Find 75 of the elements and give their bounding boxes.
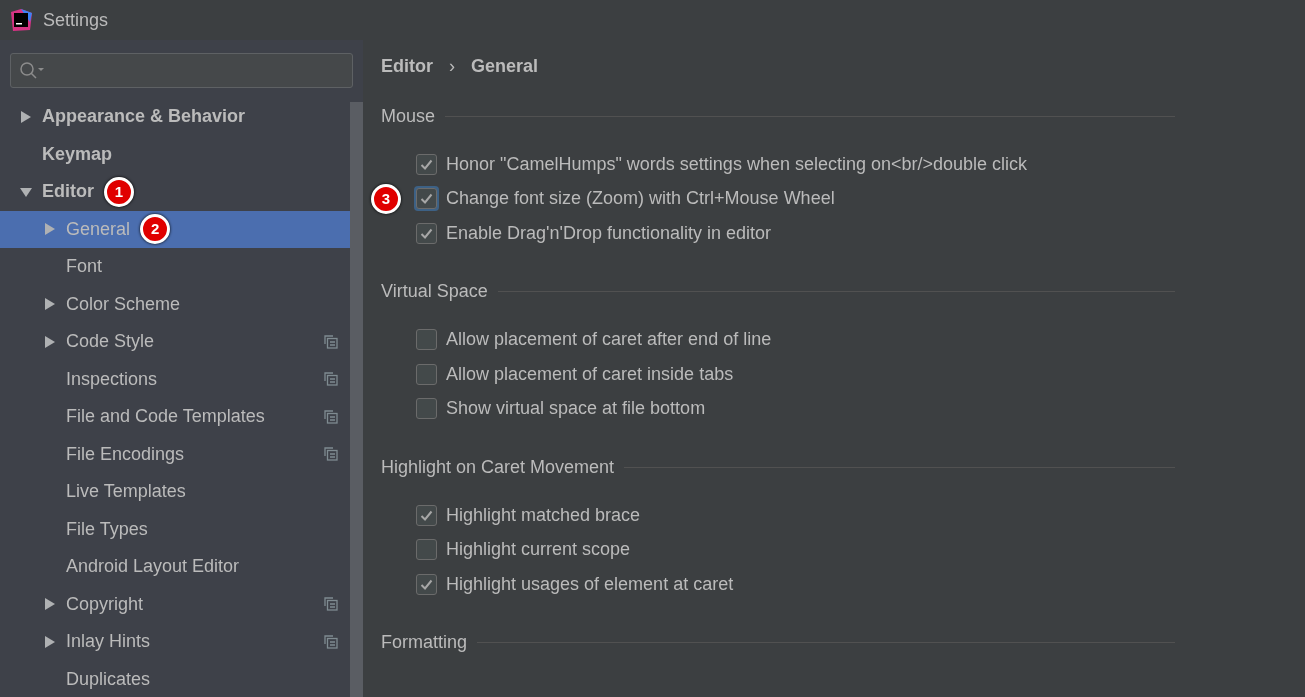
app-logo-icon xyxy=(9,8,33,32)
checkbox[interactable] xyxy=(416,329,437,351)
tree-item-label: File Types xyxy=(66,517,148,541)
collapsed-arrow-icon[interactable] xyxy=(44,334,56,349)
tree-item-label: Font xyxy=(66,255,103,279)
checkbox[interactable] xyxy=(416,504,437,526)
checkbox[interactable] xyxy=(416,153,437,175)
tree-item[interactable]: Code Style xyxy=(0,323,350,361)
tree-item-label: Keymap xyxy=(42,142,113,166)
tree-item-label: Duplicates xyxy=(66,667,151,691)
tree-item-label: Color Scheme xyxy=(66,292,181,316)
checkbox[interactable] xyxy=(416,539,437,561)
tree-item[interactable]: Keymap xyxy=(0,135,350,173)
tree-item-label: General xyxy=(66,217,131,241)
tree-item-label: Appearance & Behavior xyxy=(42,105,246,129)
checkbox-label: Allow placement of caret inside tabs xyxy=(446,362,734,386)
checkbox-label: Highlight current scope xyxy=(446,538,631,562)
tree-item-label: Live Templates xyxy=(66,480,186,504)
tree-item[interactable]: Duplicates xyxy=(0,660,350,697)
tree-item[interactable]: General 2 xyxy=(0,210,350,248)
tree-item[interactable]: Inlay Hints xyxy=(0,623,350,661)
breadcrumb-item[interactable]: General xyxy=(471,52,539,80)
checkmark-icon xyxy=(420,227,433,239)
section-title: Mouse xyxy=(381,104,436,128)
checkmark-icon xyxy=(420,578,433,590)
search-icon xyxy=(19,60,47,81)
tree-item-label: Copyright xyxy=(66,592,144,616)
breadcrumb-separator: › xyxy=(449,54,455,78)
tree-item-label: Android Layout Editor xyxy=(66,555,240,579)
tree-item-label: File and Code Templates xyxy=(66,405,265,429)
search-field[interactable] xyxy=(10,53,353,88)
tree-item[interactable]: Inspections xyxy=(0,360,350,398)
tree-item[interactable]: Android Layout Editor xyxy=(0,548,350,586)
step-number-badge: 3 xyxy=(371,183,401,214)
tree-item[interactable]: Appearance & Behavior xyxy=(0,98,350,136)
checkbox[interactable] xyxy=(416,222,437,244)
tree-item[interactable]: File Encodings xyxy=(0,435,350,473)
tree-item[interactable]: Editor 1 xyxy=(0,173,350,211)
checkbox-label: Highlight usages of element at caret xyxy=(446,572,734,596)
step-number-badge: 1 xyxy=(104,176,134,207)
collapsed-arrow-icon[interactable] xyxy=(44,297,56,312)
checkbox-label: Enable Drag'n'Drop functionality in editor xyxy=(446,221,772,245)
checkbox[interactable] xyxy=(416,398,437,420)
collapsed-arrow-icon[interactable] xyxy=(44,597,56,612)
tree-item[interactable]: File Types xyxy=(0,510,350,548)
checkbox[interactable] xyxy=(416,363,437,385)
section-title: Highlight on Caret Movement xyxy=(381,455,615,479)
checkbox-label: Show virtual space at file bottom xyxy=(446,397,706,421)
tree-item-label: Inspections xyxy=(66,367,158,391)
checkmark-icon xyxy=(420,509,433,521)
collapsed-arrow-icon[interactable] xyxy=(44,634,56,649)
section-title: Formatting xyxy=(381,631,468,654)
checkbox-label: Change font size (Zoom) with Ctrl+Mouse Wheel xyxy=(446,187,835,211)
section-title: Virtual Space xyxy=(381,280,488,303)
tree-item[interactable]: File and Code Templates xyxy=(0,398,350,436)
checkmark-icon xyxy=(420,158,433,170)
tree-item-label: Inlay Hints xyxy=(66,630,151,654)
tree-item-label: Editor xyxy=(42,180,94,204)
collapsed-arrow-icon[interactable] xyxy=(20,109,32,124)
checkbox-label: Highlight matched brace xyxy=(446,503,641,527)
tree-item[interactable]: Color Scheme xyxy=(0,285,350,323)
tree-item[interactable]: Copyright xyxy=(0,585,350,623)
checkbox-label: Allow placement of caret after end of line xyxy=(446,328,772,352)
scrollbar[interactable] xyxy=(350,102,363,697)
checkbox-label: Honor "CamelHumps" words settings when selecting on<br/>double click xyxy=(446,152,1028,176)
tree-item[interactable]: Font xyxy=(0,248,350,286)
checkbox[interactable] xyxy=(416,573,437,595)
breadcrumb-item[interactable]: Editor xyxy=(381,52,433,80)
tree-item[interactable]: Live Templates xyxy=(0,473,350,511)
checkmark-icon xyxy=(420,193,433,205)
tree-item-label: File Encodings xyxy=(66,442,185,466)
tree-item-label: Code Style xyxy=(66,330,155,354)
window-title: Settings xyxy=(43,8,109,32)
collapsed-arrow-icon[interactable] xyxy=(44,222,56,237)
step-number-badge: 2 xyxy=(140,214,171,245)
